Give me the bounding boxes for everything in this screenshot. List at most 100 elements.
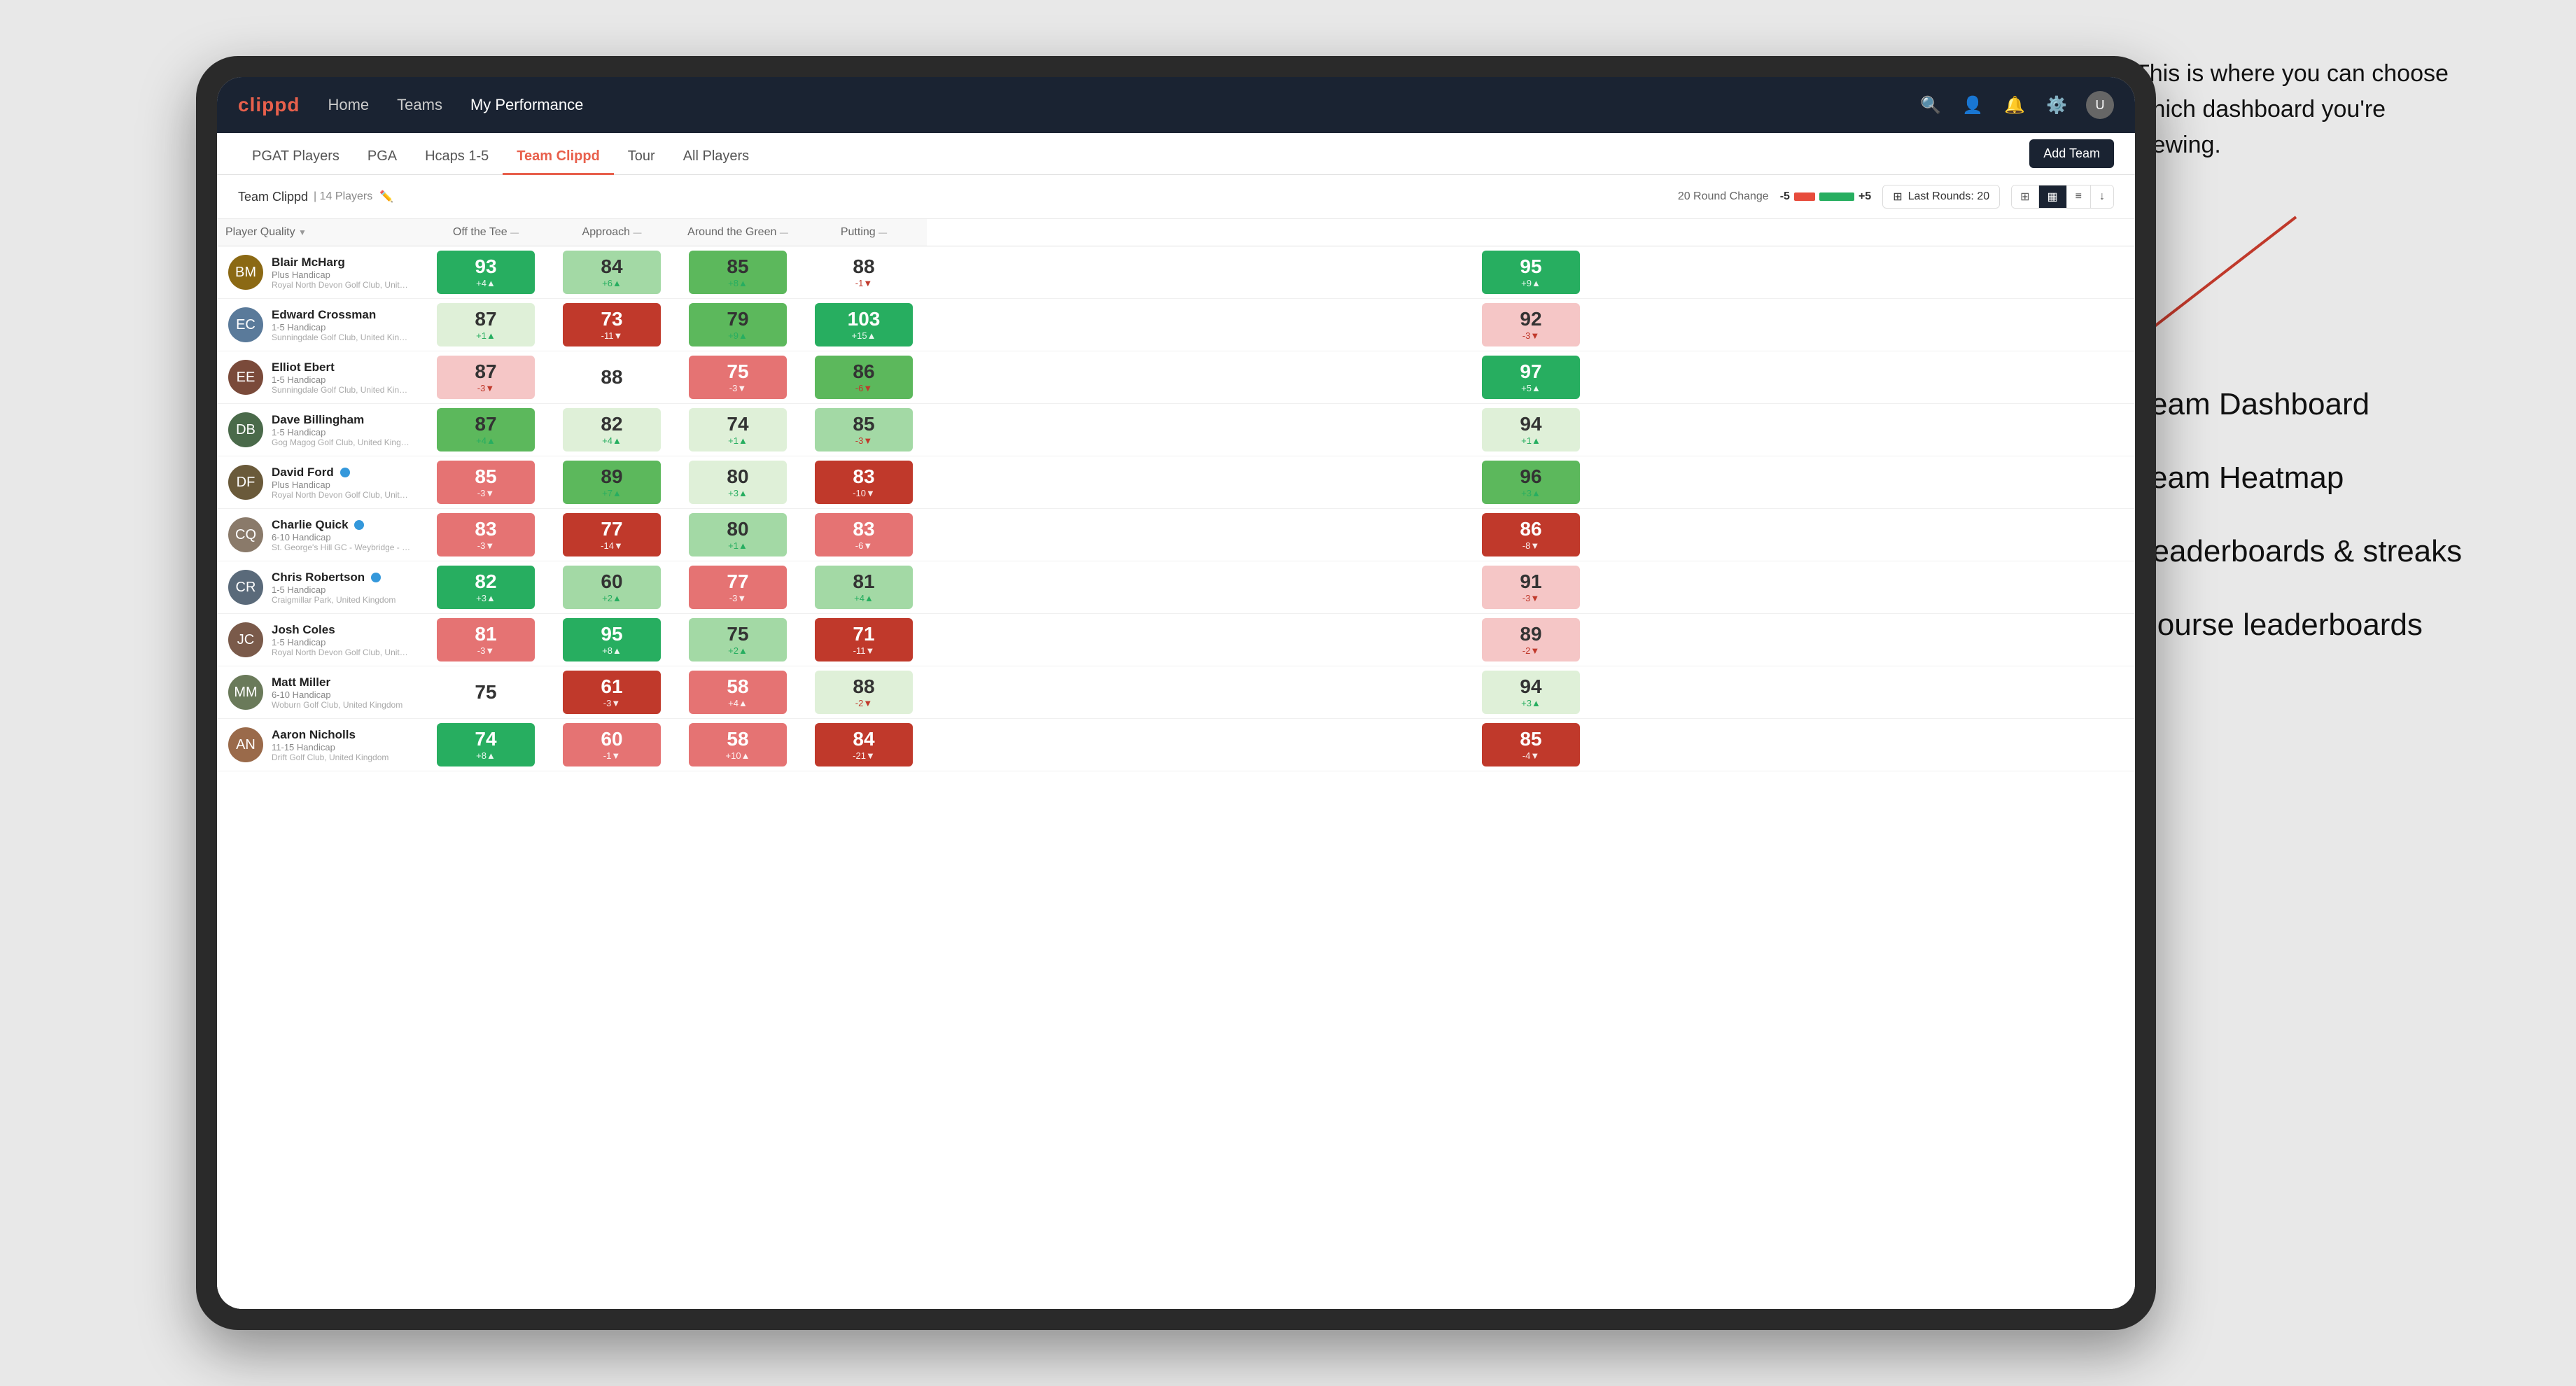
approach-cell: 80 +3▲ — [675, 456, 801, 509]
player-handicap: 1-5 Handicap — [272, 322, 412, 332]
quality-cell: 75 — [423, 666, 549, 719]
table-row[interactable]: MM Matt Miller 6-10 Handicap Woburn Golf… — [217, 666, 2135, 719]
edit-icon[interactable]: ✏️ — [379, 190, 393, 204]
player-name: Chris Robertson — [272, 570, 412, 584]
pos-bar — [1819, 192, 1854, 201]
player-info: David Ford Plus Handicap Royal North Dev… — [272, 465, 412, 500]
player-club: Woburn Golf Club, United Kingdom — [272, 700, 412, 710]
nav-my-performance[interactable]: My Performance — [470, 96, 583, 114]
metric-box: 80 +3▲ — [689, 461, 787, 504]
player-info: Matt Miller 6-10 Handicap Woburn Golf Cl… — [272, 676, 412, 710]
search-icon[interactable]: 🔍 — [1918, 92, 1943, 118]
metric-value: 80 — [727, 519, 748, 539]
avatar[interactable]: U — [2086, 91, 2114, 119]
player-avatar: AN — [228, 727, 263, 762]
table-row[interactable]: EE Elliot Ebert 1-5 Handicap Sunningdale… — [217, 351, 2135, 404]
player-club: Sunningdale Golf Club, United Kingdom — [272, 332, 412, 342]
table-row[interactable]: EC Edward Crossman 1-5 Handicap Sunningd… — [217, 299, 2135, 351]
tee-cell: 95 +8▲ — [549, 614, 675, 666]
add-team-button[interactable]: Add Team — [2029, 139, 2114, 168]
putting-cell: 89 -2▼ — [927, 614, 2135, 666]
metric-box: 94 +3▲ — [1482, 671, 1580, 714]
table-row[interactable]: JC Josh Coles 1-5 Handicap Royal North D… — [217, 614, 2135, 666]
secondary-tabs: PGAT Players PGA Hcaps 1-5 Team Clippd T… — [238, 133, 763, 174]
metric-value: 87 — [475, 362, 496, 382]
player-cell-2: EE Elliot Ebert 1-5 Handicap Sunningdale… — [217, 351, 423, 404]
metric-value: 86 — [853, 362, 874, 382]
player-cell-1: EC Edward Crossman 1-5 Handicap Sunningd… — [217, 299, 423, 351]
tee-cell: 82 +4▲ — [549, 404, 675, 456]
tab-team-clippd[interactable]: Team Clippd — [503, 148, 614, 175]
tee-cell: 73 -11▼ — [549, 299, 675, 351]
table-row[interactable]: DF David Ford Plus Handicap Royal North … — [217, 456, 2135, 509]
metric-value: 81 — [853, 572, 874, 592]
metric-box: 88 — [563, 356, 661, 399]
content-area: Team Clippd | 14 Players ✏️ 20 Round Cha… — [217, 175, 2135, 1309]
table-row[interactable]: AN Aaron Nicholls 11-15 Handicap Drift G… — [217, 719, 2135, 771]
dashboard-option[interactable]: Team Heatmap — [2135, 461, 2555, 496]
team-name: Team Clippd — [238, 190, 308, 204]
sort-arrow-putting[interactable]: — — [878, 227, 887, 237]
quality-cell: 87 +4▲ — [423, 404, 549, 456]
metric-box: 87 +1▲ — [437, 303, 535, 346]
metric-change: +15▲ — [852, 330, 876, 341]
last-rounds-button[interactable]: ⊞ Last Rounds: 20 — [1882, 185, 2000, 209]
player-info: Elliot Ebert 1-5 Handicap Sunningdale Go… — [272, 360, 412, 395]
metric-value: 83 — [853, 467, 874, 486]
player-club: Drift Golf Club, United Kingdom — [272, 752, 412, 762]
metric-box: 77 -14▼ — [563, 513, 661, 556]
dashboard-option[interactable]: Team Dashboard — [2135, 387, 2555, 422]
tab-hcaps[interactable]: Hcaps 1-5 — [411, 148, 503, 175]
export-btn[interactable]: ↓ — [2091, 186, 2113, 208]
player-club: Royal North Devon Golf Club, United King… — [272, 280, 412, 290]
metric-box: 85 -4▼ — [1482, 723, 1580, 766]
nav-items: Home Teams My Performance — [328, 96, 1918, 114]
dashboard-option[interactable]: Course leaderboards — [2135, 608, 2555, 643]
quality-cell: 74 +8▲ — [423, 719, 549, 771]
table-row[interactable]: DB Dave Billingham 1-5 Handicap Gog Mago… — [217, 404, 2135, 456]
sort-arrow-approach[interactable]: — — [633, 227, 641, 237]
metric-value: 84 — [853, 729, 874, 749]
metric-change: +9▲ — [1521, 278, 1541, 288]
tablet-frame: clippd Home Teams My Performance 🔍 👤 🔔 ⚙… — [196, 56, 2156, 1330]
metric-change: -3▼ — [477, 540, 494, 551]
metric-change: -3▼ — [1522, 593, 1539, 603]
nav-teams[interactable]: Teams — [397, 96, 442, 114]
player-avatar: CR — [228, 570, 263, 605]
metric-value: 60 — [601, 572, 622, 592]
metric-change: +4▲ — [476, 278, 496, 288]
player-name: Edward Crossman — [272, 308, 412, 322]
dashboard-option[interactable]: Leaderboards & streaks — [2135, 534, 2555, 569]
tab-pga[interactable]: PGA — [354, 148, 411, 175]
metric-box: 61 -3▼ — [563, 671, 661, 714]
tab-all-players[interactable]: All Players — [669, 148, 763, 175]
metric-value: 83 — [475, 519, 496, 539]
metric-change: +3▲ — [728, 488, 748, 498]
metric-change: -3▼ — [477, 383, 494, 393]
user-icon[interactable]: 👤 — [1960, 92, 1985, 118]
table-row[interactable]: BM Blair McHarg Plus Handicap Royal Nort… — [217, 246, 2135, 299]
settings-icon[interactable]: ⚙️ — [2044, 92, 2069, 118]
player-cell-3: DB Dave Billingham 1-5 Handicap Gog Mago… — [217, 404, 423, 456]
metric-change: -4▼ — [1522, 750, 1539, 761]
table-row[interactable]: CQ Charlie Quick 6-10 Handicap St. Georg… — [217, 509, 2135, 561]
player-handicap: 11-15 Handicap — [272, 742, 412, 752]
metric-box: 84 -21▼ — [815, 723, 913, 766]
player-club: Craigmillar Park, United Kingdom — [272, 595, 412, 605]
sort-arrow-quality[interactable]: ▼ — [298, 227, 307, 237]
sort-arrow-tee[interactable]: — — [510, 227, 519, 237]
table-row[interactable]: CR Chris Robertson 1-5 Handicap Craigmil… — [217, 561, 2135, 614]
heatmap-view-btn[interactable]: ▦ — [2039, 186, 2067, 208]
nav-home[interactable]: Home — [328, 96, 369, 114]
list-view-btn[interactable]: ≡ — [2067, 186, 2091, 208]
metric-change: +10▲ — [726, 750, 750, 761]
grid-view-btn[interactable]: ⊞ — [2012, 186, 2038, 208]
bell-icon[interactable]: 🔔 — [2002, 92, 2027, 118]
metric-change: +9▲ — [728, 330, 748, 341]
sort-arrow-green[interactable]: — — [780, 227, 788, 237]
metric-change: +1▲ — [728, 540, 748, 551]
metric-change: +2▲ — [728, 645, 748, 656]
metric-box: 103 +15▲ — [815, 303, 913, 346]
tab-pgat-players[interactable]: PGAT Players — [238, 148, 354, 175]
tab-tour[interactable]: Tour — [614, 148, 669, 175]
